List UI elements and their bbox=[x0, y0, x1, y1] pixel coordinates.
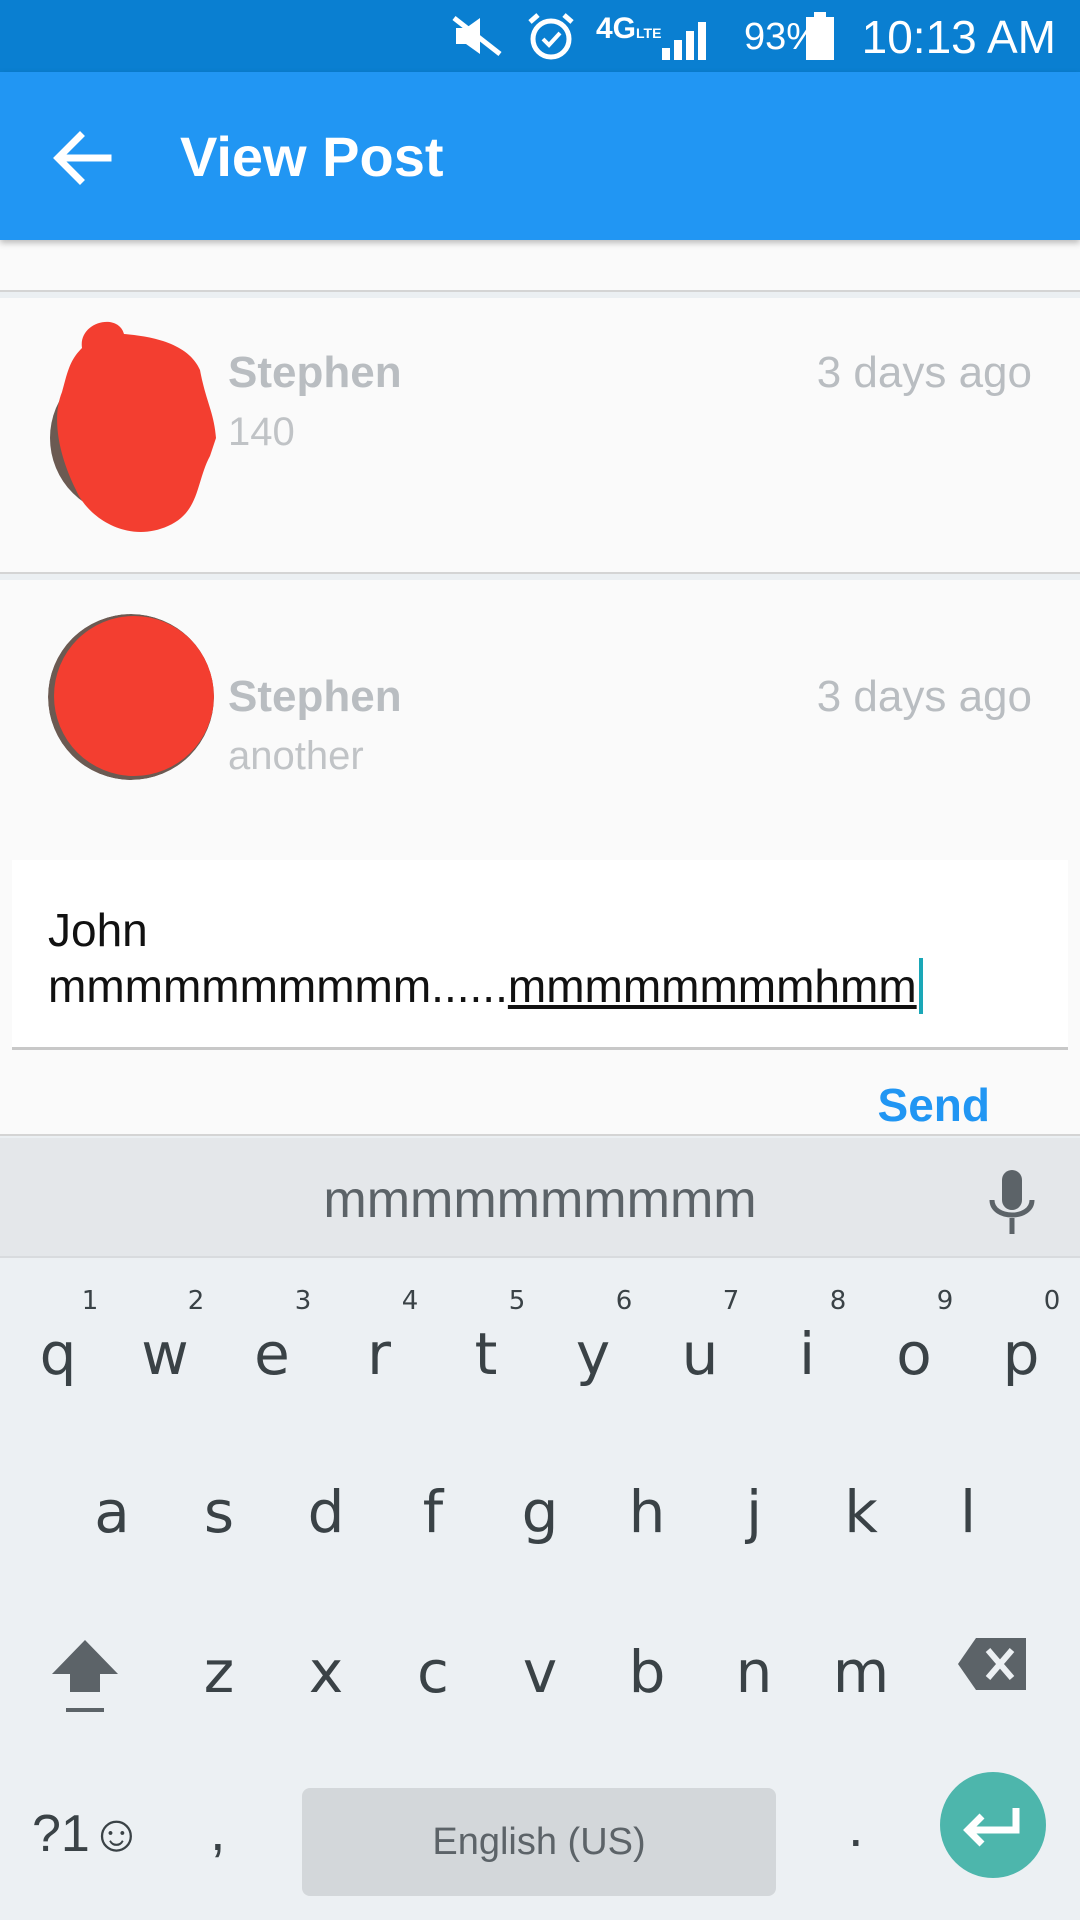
key-hint: 8 bbox=[829, 1286, 847, 1316]
key-q[interactable]: q bbox=[8, 1320, 108, 1388]
symbols-key[interactable]: ?1☺ bbox=[32, 1804, 143, 1864]
key-j[interactable]: j bbox=[704, 1478, 804, 1546]
key-hint: 2 bbox=[187, 1286, 205, 1316]
battery-icon bbox=[806, 12, 834, 60]
input-composing-text: mmmmmmmmhmm bbox=[507, 960, 917, 1012]
avatar bbox=[50, 321, 217, 532]
key-hint: 6 bbox=[615, 1286, 633, 1316]
shift-icon[interactable] bbox=[48, 1634, 122, 1718]
microphone-icon[interactable] bbox=[982, 1168, 1042, 1238]
key-r[interactable]: r bbox=[329, 1320, 429, 1388]
post-card[interactable] bbox=[0, 240, 1080, 292]
clock: 10:13 AM bbox=[861, 11, 1056, 63]
comment-input[interactable]: John mmmmmmmmmm......mmmmmmmmhmm bbox=[12, 860, 1068, 1050]
page-title: View Post bbox=[180, 125, 444, 188]
suggestion-word[interactable]: mmmmmmmmmm bbox=[0, 1170, 1080, 1230]
comment-item[interactable]: Stephen 3 days ago 140 bbox=[0, 298, 1080, 574]
key-hint: 0 bbox=[1043, 1286, 1061, 1316]
key-hint: 9 bbox=[936, 1286, 954, 1316]
key-i[interactable]: i bbox=[757, 1320, 857, 1388]
backspace-icon[interactable] bbox=[956, 1636, 1030, 1692]
signal-icon bbox=[662, 22, 706, 60]
suggestion-bar: mmmmmmmmmm bbox=[0, 1138, 1080, 1258]
key-k[interactable]: k bbox=[811, 1478, 911, 1546]
input-plain-text: mmmmmmmmmm...... bbox=[48, 960, 508, 1012]
key-o[interactable]: o bbox=[864, 1320, 964, 1388]
mute-icon bbox=[452, 16, 502, 56]
key-b[interactable]: b bbox=[597, 1638, 697, 1706]
key-e[interactable]: e bbox=[222, 1320, 322, 1388]
key-s[interactable]: s bbox=[169, 1478, 269, 1546]
key-f[interactable]: f bbox=[383, 1478, 483, 1546]
network-4g-icon: 4GLTE bbox=[596, 12, 662, 45]
key-l[interactable]: l bbox=[918, 1478, 1018, 1546]
text-cursor bbox=[918, 958, 923, 1014]
enter-icon bbox=[963, 1808, 1020, 1847]
alarm-icon bbox=[528, 13, 574, 60]
key-hint: 1 bbox=[81, 1286, 99, 1316]
comment-input-text[interactable]: John mmmmmmmmmm......mmmmmmmmhmm bbox=[48, 902, 1058, 1014]
key-period[interactable]: . bbox=[848, 1794, 864, 1859]
key-a[interactable]: a bbox=[62, 1478, 162, 1546]
enter-key[interactable] bbox=[940, 1772, 1046, 1878]
key-c[interactable]: c bbox=[383, 1638, 483, 1706]
key-m[interactable]: m bbox=[811, 1638, 911, 1706]
avatar bbox=[48, 614, 214, 780]
send-button[interactable]: Send bbox=[878, 1078, 990, 1132]
key-t[interactable]: t bbox=[436, 1320, 536, 1388]
key-g[interactable]: g bbox=[490, 1478, 590, 1546]
key-hint: 3 bbox=[294, 1286, 312, 1316]
key-u[interactable]: u bbox=[650, 1320, 750, 1388]
key-d[interactable]: d bbox=[276, 1478, 376, 1546]
key-h[interactable]: h bbox=[597, 1478, 697, 1546]
key-y[interactable]: y bbox=[543, 1320, 643, 1388]
keyboard: mmmmmmmmmm 1 2 3 4 5 6 7 8 9 0 q w e r t… bbox=[0, 1138, 1080, 1920]
status-bar: 4GLTE 93% 10:13 AM bbox=[0, 0, 1080, 72]
comment-text: another bbox=[228, 734, 364, 778]
space-bar[interactable]: English (US) bbox=[302, 1788, 776, 1896]
key-z[interactable]: z bbox=[169, 1638, 269, 1706]
back-arrow-icon[interactable] bbox=[46, 122, 118, 194]
key-v[interactable]: v bbox=[490, 1638, 590, 1706]
comment-author: Stephen bbox=[228, 348, 402, 397]
send-row: Send bbox=[0, 1050, 1080, 1136]
key-hint: 4 bbox=[401, 1286, 419, 1316]
key-hint: 7 bbox=[722, 1286, 740, 1316]
key-comma[interactable]: , bbox=[210, 1798, 226, 1863]
comment-text: 140 bbox=[228, 410, 295, 454]
comment-author: Stephen bbox=[228, 672, 402, 721]
comment-timestamp: 3 days ago bbox=[816, 348, 1032, 397]
key-hint: 5 bbox=[508, 1286, 526, 1316]
key-w[interactable]: w bbox=[115, 1320, 215, 1388]
key-p[interactable]: p bbox=[971, 1320, 1071, 1388]
input-prefix: John bbox=[48, 904, 148, 956]
comment-timestamp: 3 days ago bbox=[816, 672, 1032, 721]
key-n[interactable]: n bbox=[704, 1638, 804, 1706]
key-x[interactable]: x bbox=[276, 1638, 376, 1706]
app-bar: View Post bbox=[0, 72, 1080, 240]
